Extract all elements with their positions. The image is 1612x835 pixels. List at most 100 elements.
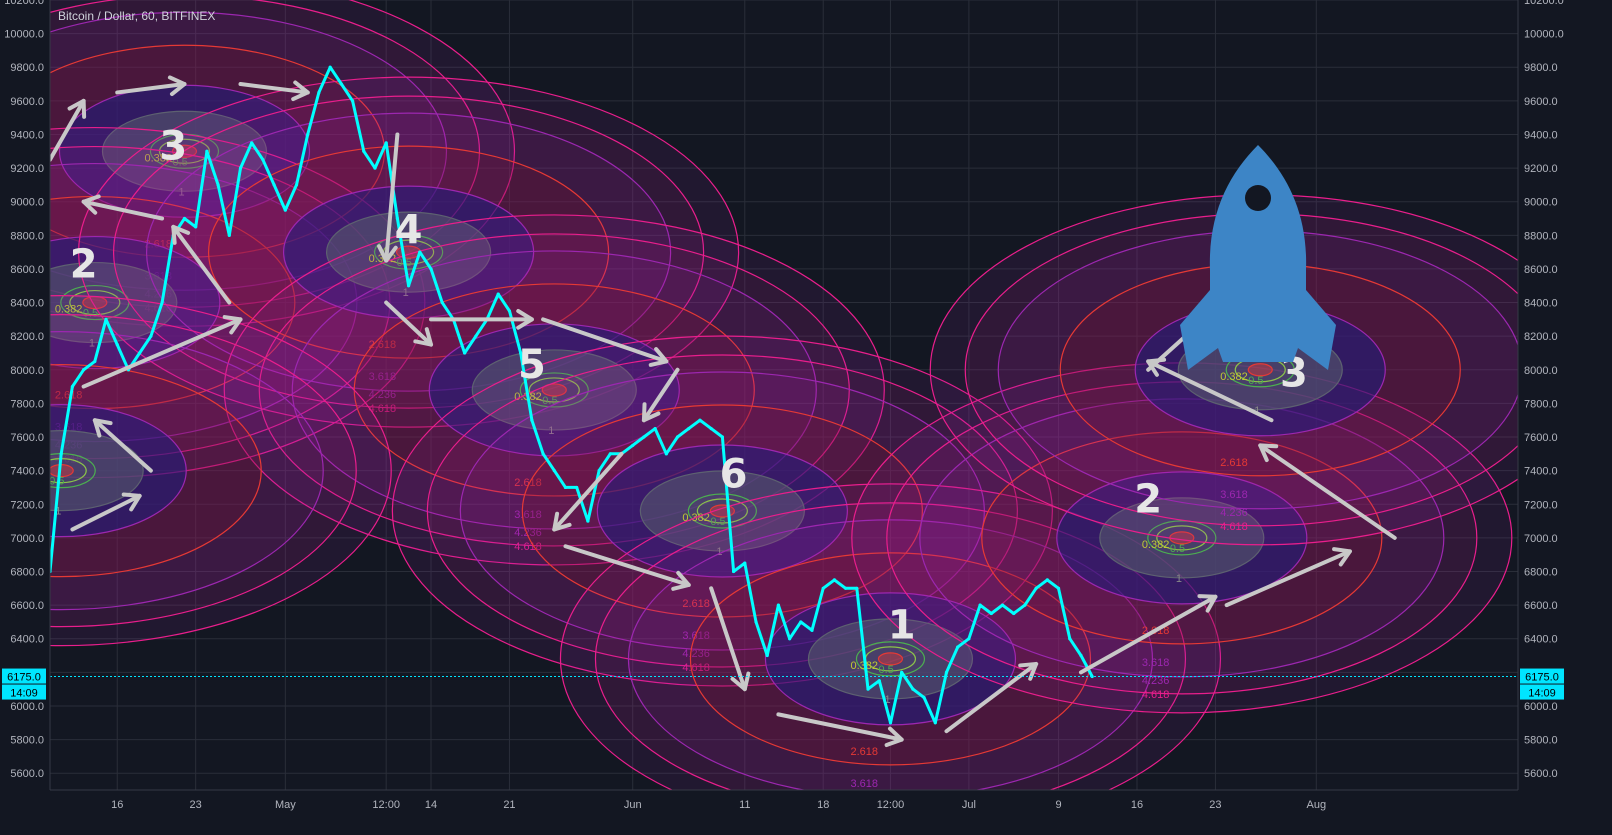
fib-level-label: 1 — [1176, 573, 1182, 585]
price-point — [429, 267, 433, 271]
price-point — [463, 351, 467, 355]
price-point — [698, 418, 702, 422]
x-tick-label: 14 — [425, 799, 437, 811]
price-point — [989, 611, 993, 616]
price-point — [877, 679, 881, 683]
y-tick-label-left: 9800.0 — [10, 62, 44, 74]
price-point — [496, 292, 500, 296]
price-point — [866, 687, 870, 691]
y-tick-label-right: 10200.0 — [1524, 0, 1564, 7]
y-tick-label-left: 10200.0 — [4, 0, 44, 7]
price-point — [138, 351, 142, 355]
x-tick-label: 12:00 — [372, 799, 400, 811]
price-point — [205, 149, 209, 153]
last-price-label-right: 6175.0 — [1525, 672, 1559, 684]
price-point — [182, 216, 187, 221]
y-tick-label-right: 8000.0 — [1524, 365, 1558, 377]
y-tick-label-left: 5800.0 — [10, 735, 44, 747]
x-tick-label: 9 — [1055, 799, 1061, 811]
wave-label: 3 — [159, 124, 187, 170]
price-point — [765, 653, 769, 658]
y-tick-label-right: 6000.0 — [1524, 701, 1558, 713]
price-point — [1000, 603, 1005, 607]
y-tick-label-left: 8600.0 — [10, 264, 44, 276]
y-tick-label-right: 7400.0 — [1524, 466, 1558, 478]
price-point — [731, 569, 736, 574]
price-point — [832, 578, 837, 582]
price-point — [541, 452, 545, 456]
price-point — [306, 132, 310, 137]
y-tick-label-left: 7200.0 — [10, 499, 44, 511]
y-tick-label-right: 8200.0 — [1524, 331, 1558, 343]
fib-level-label: 4.618 — [1220, 521, 1248, 533]
y-tick-label-right: 8800.0 — [1524, 230, 1558, 242]
price-point — [317, 90, 321, 95]
y-tick-label-left: 8000.0 — [10, 365, 44, 377]
price-point — [608, 452, 612, 456]
y-tick-label-right: 8400.0 — [1524, 298, 1558, 310]
price-point — [1012, 611, 1016, 616]
y-tick-label-left: 8200.0 — [10, 331, 44, 343]
price-point — [933, 721, 937, 725]
price-point — [1023, 603, 1027, 607]
price-point — [294, 183, 299, 187]
price-point — [216, 183, 220, 187]
price-point — [788, 637, 792, 641]
price-point — [810, 628, 814, 632]
price-point — [855, 586, 859, 590]
fib-level-label: 0.5 — [1170, 543, 1185, 555]
price-point — [563, 485, 568, 490]
price-point — [227, 233, 231, 237]
x-tick-label: 18 — [817, 799, 829, 811]
price-point — [776, 603, 780, 607]
price-point — [373, 166, 377, 170]
last-time-label-right: 14:09 — [1528, 688, 1556, 700]
price-point — [900, 670, 904, 674]
price-point — [687, 427, 691, 431]
price-point — [384, 141, 388, 145]
price-point — [709, 427, 713, 431]
price-point — [586, 519, 590, 523]
x-tick-label: 11 — [739, 799, 750, 811]
price-point — [1056, 586, 1061, 590]
price-point — [104, 317, 108, 321]
y-tick-label-right: 5800.0 — [1524, 735, 1558, 747]
fib-level-label: 0.382 — [1142, 539, 1170, 551]
wave-label: 2 — [70, 241, 98, 287]
x-tick-label: 16 — [1131, 799, 1143, 811]
price-point — [362, 149, 366, 153]
wave-label: 2 — [1134, 477, 1162, 523]
x-tick-label: Jun — [624, 799, 642, 811]
price-point — [821, 586, 825, 590]
price-point — [350, 99, 355, 103]
y-tick-label-right: 9800.0 — [1524, 62, 1558, 74]
price-point — [922, 695, 926, 700]
fib-level-label: 4.618 — [1142, 689, 1170, 701]
y-tick-label-left: 7400.0 — [10, 466, 44, 478]
price-point — [406, 284, 411, 288]
price-point — [328, 65, 332, 69]
x-tick-label: 16 — [111, 799, 123, 811]
price-point — [272, 183, 276, 187]
price-point — [597, 469, 601, 473]
y-tick-label-left: 8400.0 — [10, 298, 44, 310]
y-tick-label-left: 7800.0 — [10, 398, 44, 410]
price-point — [530, 418, 534, 422]
chart-title: Bitcoin / Dollar, 60, BITFINEX — [58, 9, 215, 23]
price-point — [944, 670, 949, 674]
x-tick-label: 21 — [503, 799, 515, 811]
price-point — [653, 427, 657, 431]
price-point — [238, 166, 243, 170]
wave-label: 4 — [395, 208, 423, 254]
price-point — [720, 435, 724, 439]
price-point — [339, 82, 343, 86]
price-point — [631, 443, 635, 448]
y-tick-label-right: 9000.0 — [1524, 197, 1558, 209]
y-tick-label-left: 8800.0 — [10, 230, 44, 242]
x-tick-label: Jul — [962, 799, 976, 811]
y-tick-label-left: 5600.0 — [10, 768, 44, 780]
price-point — [888, 721, 893, 725]
last-time-label-left: 14:09 — [10, 688, 38, 700]
wave-label: 5 — [518, 342, 546, 388]
price-chart[interactable]: 0.3820.512.6183.6184.2364.6180.3820.512.… — [0, 0, 1612, 835]
